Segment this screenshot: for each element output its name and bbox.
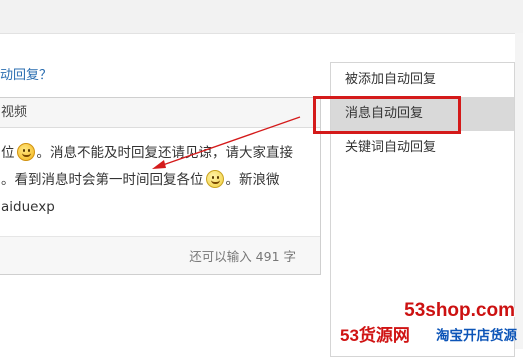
- watermark-brand: 53货源网: [340, 326, 410, 345]
- editor-content[interactable]: 位。消息不能及时回复还请见谅，请大家直接 。看到消息时会第一时间回复各位 。新浪微…: [1, 140, 301, 221]
- help-question-link[interactable]: 动回复？: [0, 64, 52, 83]
- menu-item-added-auto-reply[interactable]: 被添加自动回复: [331, 63, 514, 97]
- video-tab[interactable]: 视频: [1, 105, 27, 120]
- top-bar: [0, 0, 523, 34]
- content-line: 位。消息不能及时回复还请见谅，请大家直接: [1, 143, 293, 161]
- content-line: aiduexp: [1, 199, 55, 215]
- grin-emoji-icon: [16, 143, 35, 161]
- highlight-annotation: [313, 96, 461, 134]
- reply-editor[interactable]: 视频 位。消息不能及时回复还请见谅，请大家直接 。看到消息时会第一时间回复各位。…: [0, 97, 321, 275]
- editor-footer: 还可以输入 491 字: [0, 236, 320, 274]
- watermark: 53shop.com 53货源网 淘宝开店货源: [330, 296, 523, 349]
- char-counter: 还可以输入 491 字: [189, 249, 296, 264]
- content-line: 。看到消息时会第一时间回复各位 。新浪微: [1, 170, 280, 188]
- smile-emoji-icon: [205, 170, 224, 188]
- watermark-url: 53shop.com: [404, 300, 515, 321]
- editor-toolbar: 视频: [0, 98, 320, 128]
- watermark-slogan: 淘宝开店货源: [436, 328, 517, 343]
- menu-item-keyword-auto-reply[interactable]: 关键词自动回复: [331, 131, 514, 165]
